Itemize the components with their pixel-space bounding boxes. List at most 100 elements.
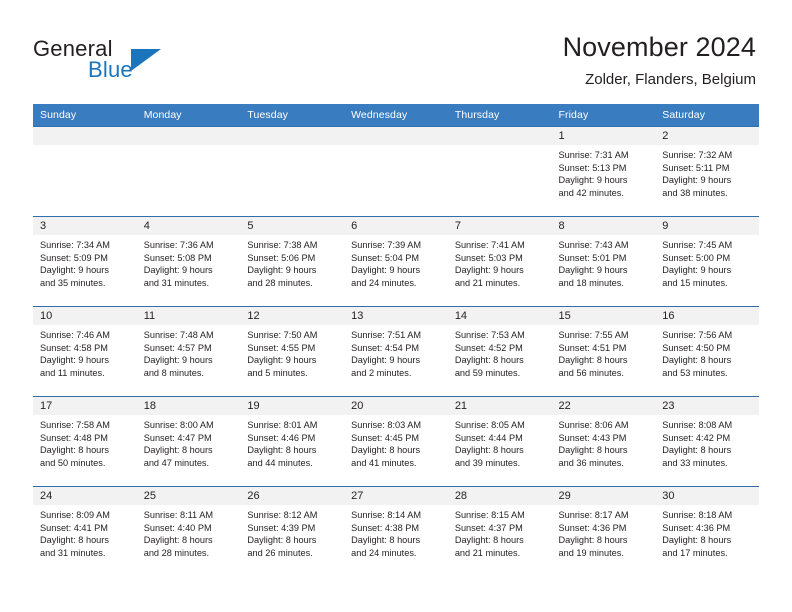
calendar-week-row: 24 Sunrise: 8:09 AM Sunset: 4:41 PM Dayligh… [33,486,759,577]
sun-info-sunset: Sunset: 5:11 PM [662,162,730,173]
calendar-cell-day[interactable]: 1 Sunrise: 7:31 AM Sunset: 5:13 PM Daylight… [551,126,656,217]
calendar-cell-day[interactable]: 24 Sunrise: 8:09 AM Sunset: 4:41 PM Dayligh… [33,486,137,577]
day-number: 12 [240,307,345,325]
weekday-header-friday: Friday [551,104,656,127]
calendar-cell-day[interactable]: 2 Sunrise: 7:32 AM Sunset: 5:11 PM Daylight… [655,126,759,217]
sun-info-sunset: Sunset: 4:48 PM [40,432,108,443]
sun-info-daylight2: and 41 minutes. [351,457,417,468]
sun-info-sunrise: Sunrise: 7:58 AM [40,420,110,430]
sun-info-daylight2: and 35 minutes. [40,277,106,288]
title-block: November 2024 Zolder, Flanders, Belgium [563,30,756,90]
sun-info-daylight1: Daylight: 8 hours [40,445,109,456]
sun-info-daylight1: Daylight: 9 hours [351,355,421,366]
sun-info: Sunrise: 7:51 AM Sunset: 4:54 PM Daylight:… [344,325,448,379]
sun-info-daylight1: Daylight: 8 hours [662,355,732,366]
sun-info-sunrise: Sunrise: 8:15 AM [454,510,525,520]
calendar-cell-day[interactable]: 7 Sunrise: 7:41 AM Sunset: 5:03 PM Daylight… [447,216,552,307]
sun-info-sunset: Sunset: 4:58 PM [40,342,108,353]
calendar-cell-day[interactable]: 20 Sunrise: 8:03 AM Sunset: 4:45 PM Dayligh… [344,396,448,487]
day-number: 3 [33,217,137,235]
sun-info: Sunrise: 7:36 AM Sunset: 5:08 PM Daylight:… [137,235,241,289]
sun-info-sunrise: Sunrise: 8:12 AM [247,510,318,520]
sun-info-daylight1: Daylight: 8 hours [454,355,524,366]
sun-info-sunrise: Sunrise: 8:01 AM [247,420,318,430]
sun-info-sunrise: Sunrise: 7:51 AM [351,330,422,340]
day-number: 29 [551,487,656,505]
calendar-cell-day[interactable]: 15 Sunrise: 7:55 AM Sunset: 4:51 PM Dayligh… [551,306,656,397]
day-number: 23 [655,397,759,415]
weekday-header-wednesday: Wednesday [344,104,448,127]
calendar-cell-day[interactable]: 27 Sunrise: 8:14 AM Sunset: 4:38 PM Dayligh… [344,486,448,577]
calendar-cell-day[interactable]: 10 Sunrise: 7:46 AM Sunset: 4:58 PM Dayligh… [33,306,137,397]
sun-info: Sunrise: 7:58 AM Sunset: 4:48 PM Daylight:… [33,415,137,469]
calendar-cell-day[interactable]: 5 Sunrise: 7:38 AM Sunset: 5:06 PM Daylight… [240,216,345,307]
calendar-cell-day[interactable]: 16 Sunrise: 7:56 AM Sunset: 4:50 PM Dayligh… [655,306,759,397]
sun-info: Sunrise: 8:15 AM Sunset: 4:37 PM Daylight:… [448,505,552,559]
general-blue-logo[interactable]: General Blue [33,36,213,88]
day-number [447,127,552,145]
sun-info-daylight2: and 21 minutes. [454,547,521,558]
calendar-cell-day[interactable]: 13 Sunrise: 7:51 AM Sunset: 4:54 PM Dayligh… [344,306,448,397]
calendar-cell-day[interactable]: 25 Sunrise: 8:11 AM Sunset: 4:40 PM Dayligh… [136,486,241,577]
sun-info: Sunrise: 7:34 AM Sunset: 5:09 PM Daylight:… [33,235,137,289]
sun-info-sunset: Sunset: 4:43 PM [558,432,627,443]
sun-info: Sunrise: 7:53 AM Sunset: 4:52 PM Daylight:… [448,325,552,379]
sun-info-daylight1: Daylight: 9 hours [662,265,732,276]
triangle-icon [131,49,161,71]
calendar-cell-day[interactable]: 18 Sunrise: 8:00 AM Sunset: 4:47 PM Dayligh… [136,396,241,487]
sun-info: Sunrise: 8:01 AM Sunset: 4:46 PM Daylight:… [240,415,344,469]
sun-info-daylight1: Daylight: 8 hours [143,445,213,456]
sun-info-sunset: Sunset: 5:09 PM [40,252,108,263]
day-number: 13 [344,307,448,325]
calendar-cell-day[interactable]: 8 Sunrise: 7:43 AM Sunset: 5:01 PM Daylight… [551,216,656,307]
sun-info-sunrise: Sunrise: 7:32 AM [662,150,733,160]
sun-info-sunrise: Sunrise: 7:56 AM [662,330,733,340]
sun-info-sunrise: Sunrise: 7:31 AM [558,150,629,160]
calendar-cell-day[interactable]: 23 Sunrise: 8:08 AM Sunset: 4:42 PM Dayligh… [655,396,759,487]
sun-info-sunrise: Sunrise: 7:45 AM [662,240,733,250]
calendar-cell-day[interactable]: 19 Sunrise: 8:01 AM Sunset: 4:46 PM Dayligh… [240,396,345,487]
sun-info-sunrise: Sunrise: 7:50 AM [247,330,318,340]
calendar-cell-day[interactable]: 21 Sunrise: 8:05 AM Sunset: 4:44 PM Dayligh… [447,396,552,487]
sun-info-daylight2: and 38 minutes. [662,187,728,198]
calendar-cell-day[interactable]: 9 Sunrise: 7:45 AM Sunset: 5:00 PM Daylight… [655,216,759,307]
sun-info-sunset: Sunset: 5:01 PM [558,252,627,263]
calendar-cell-day[interactable]: 29 Sunrise: 8:17 AM Sunset: 4:36 PM Dayligh… [551,486,656,577]
sun-info-daylight2: and 50 minutes. [40,457,106,468]
calendar-cell-day[interactable]: 26 Sunrise: 8:12 AM Sunset: 4:39 PM Dayligh… [240,486,345,577]
sun-info-sunset: Sunset: 4:37 PM [454,522,523,533]
sun-info-daylight2: and 26 minutes. [247,547,313,558]
sun-info-sunset: Sunset: 5:03 PM [454,252,523,263]
sun-info: Sunrise: 8:03 AM Sunset: 4:45 PM Daylight:… [344,415,448,469]
calendar-cell-day[interactable]: 4 Sunrise: 7:36 AM Sunset: 5:08 PM Daylight… [136,216,241,307]
sun-info: Sunrise: 8:12 AM Sunset: 4:39 PM Daylight:… [240,505,344,559]
day-number: 22 [551,397,656,415]
sun-info-sunset: Sunset: 5:00 PM [662,252,731,263]
sun-info-daylight1: Daylight: 8 hours [454,445,524,456]
sun-info-daylight2: and 39 minutes. [454,457,521,468]
sun-info-daylight2: and 59 minutes. [454,367,521,378]
calendar-cell-day[interactable]: 30 Sunrise: 8:18 AM Sunset: 4:36 PM Dayligh… [655,486,759,577]
weekday-header-saturday: Saturday [655,104,759,127]
calendar-cell-day[interactable]: 22 Sunrise: 8:06 AM Sunset: 4:43 PM Dayligh… [551,396,656,487]
sun-info-sunset: Sunset: 4:52 PM [454,342,523,353]
sun-info-daylight1: Daylight: 8 hours [558,535,628,546]
calendar-cell-day[interactable]: 11 Sunrise: 7:48 AM Sunset: 4:57 PM Dayligh… [136,306,241,397]
calendar-cell-day[interactable]: 12 Sunrise: 7:50 AM Sunset: 4:55 PM Dayligh… [240,306,345,397]
weekday-header-thursday: Thursday [447,104,552,127]
calendar-cell-day[interactable]: 17 Sunrise: 7:58 AM Sunset: 4:48 PM Dayligh… [33,396,137,487]
weekday-header-sunday: Sunday [33,104,137,127]
sun-info-sunrise: Sunrise: 8:17 AM [558,510,629,520]
calendar-cell-day[interactable]: 3 Sunrise: 7:34 AM Sunset: 5:09 PM Daylight… [33,216,137,307]
calendar-body: 1 Sunrise: 7:31 AM Sunset: 5:13 PM Daylight… [33,126,759,577]
sun-info: Sunrise: 7:50 AM Sunset: 4:55 PM Daylight:… [240,325,344,379]
sun-info: Sunrise: 7:46 AM Sunset: 4:58 PM Daylight:… [33,325,137,379]
sun-info-sunrise: Sunrise: 8:05 AM [454,420,525,430]
calendar-cell-day[interactable]: 28 Sunrise: 8:15 AM Sunset: 4:37 PM Dayligh… [447,486,552,577]
sun-info: Sunrise: 8:00 AM Sunset: 4:47 PM Daylight:… [137,415,241,469]
calendar-week-row: 3 Sunrise: 7:34 AM Sunset: 5:09 PM Daylight… [33,216,759,307]
calendar-cell-day[interactable]: 6 Sunrise: 7:39 AM Sunset: 5:04 PM Daylight… [344,216,448,307]
sun-info: Sunrise: 8:09 AM Sunset: 4:41 PM Daylight:… [33,505,137,559]
sun-info-daylight1: Daylight: 9 hours [40,355,109,366]
calendar-cell-day[interactable]: 14 Sunrise: 7:53 AM Sunset: 4:52 PM Dayligh… [447,306,552,397]
